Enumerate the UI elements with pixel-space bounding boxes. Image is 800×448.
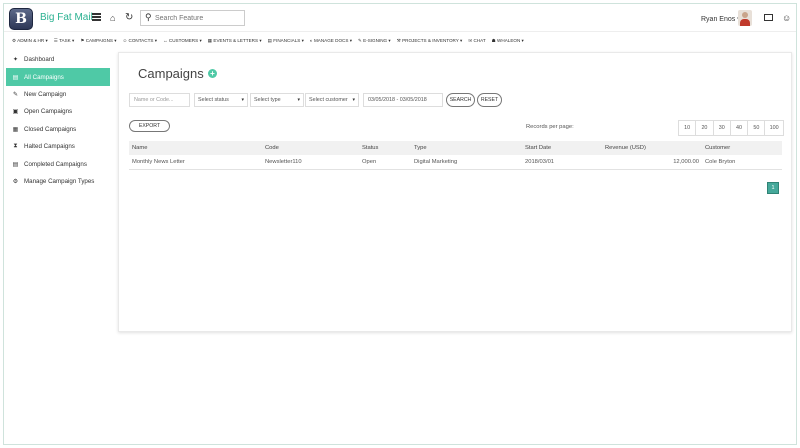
campaigns-panel: Campaigns + Name or Code... Select statu… xyxy=(118,52,792,332)
menu-task[interactable]: ☰ TASK ▾ xyxy=(54,38,75,46)
cell-customer: Cole Bryton xyxy=(702,155,782,170)
campaigns-table: Name Code Status Type Start Date Revenue… xyxy=(129,141,782,170)
menu-chat[interactable]: ✉ CHAT xyxy=(468,38,485,46)
open-box-icon: ▣ xyxy=(12,109,19,116)
column-header-start-date[interactable]: Start Date xyxy=(522,141,602,155)
sidebar-item-label: New Campaign xyxy=(24,90,67,98)
sidebar-item-label: Closed Campaigns xyxy=(24,125,77,133)
brand-name[interactable]: Big Fat Mail xyxy=(40,12,93,23)
customer-select-value: Select customer xyxy=(309,97,348,103)
status-select[interactable]: Select status ▾ xyxy=(194,93,248,107)
page-size-option[interactable]: 20 xyxy=(696,121,714,135)
sidebar-item-dashboard[interactable]: ✦ Dashboard xyxy=(6,51,110,68)
menu-projects-inventory[interactable]: ⚒ PROJECTS & INVENTORY ▾ xyxy=(397,38,463,46)
caret-down-icon: ▾ xyxy=(352,97,355,103)
status-select-value: Select status xyxy=(198,97,229,103)
home-icon[interactable]: ⌂ xyxy=(110,13,115,23)
cell-start-date: 2018/03/01 xyxy=(522,155,602,170)
sidebar-item-label: Halted Campaigns xyxy=(24,143,75,151)
column-header-revenue[interactable]: Revenue (USD) xyxy=(602,141,702,155)
sidebar-item-closed-campaigns[interactable]: ▦ Closed Campaigns xyxy=(6,121,110,138)
top-menu: ⚙ ADMIN & HR ▾ ☰ TASK ▾ ⚑ CAMPAIGNS ▾ ☺ … xyxy=(12,38,524,46)
sidebar: ✦ Dashboard ▤ All Campaigns ✎ New Campai… xyxy=(6,51,110,190)
type-select[interactable]: Select type ▾ xyxy=(250,93,304,107)
search-button[interactable]: SEARCH xyxy=(446,93,475,107)
table-header-row: Name Code Status Type Start Date Revenue… xyxy=(129,141,782,155)
column-header-type[interactable]: Type xyxy=(411,141,522,155)
sidebar-item-manage-campaign-types[interactable]: ⚙ Manage Campaign Types xyxy=(6,173,110,190)
list-check-icon: ▤ xyxy=(12,161,19,168)
page-size-option[interactable]: 100 xyxy=(765,121,782,135)
sidebar-item-open-campaigns[interactable]: ▣ Open Campaigns xyxy=(6,103,110,120)
menu-financials[interactable]: ▤ FINANCIALS ▾ xyxy=(268,38,304,46)
name-code-input[interactable]: Name or Code... xyxy=(129,93,190,107)
list-icon: ▤ xyxy=(12,74,19,81)
top-header: B Big Fat Mail ⌂ ↻ ⚲ Ryan Enos ▾ ☺ xyxy=(4,4,796,32)
cell-name[interactable]: Monthly News Letter xyxy=(129,155,262,170)
page-size-option[interactable]: 50 xyxy=(748,121,766,135)
search-field[interactable]: ⚲ xyxy=(140,10,245,26)
sidebar-item-new-campaign[interactable]: ✎ New Campaign xyxy=(6,86,110,103)
reset-button[interactable]: RESET xyxy=(477,93,502,107)
users-icon[interactable]: ☺ xyxy=(782,13,791,23)
page-size-option[interactable]: 10 xyxy=(679,121,697,135)
menu-manage-docs[interactable]: ◐ MANAGE DOCS ▾ xyxy=(310,38,352,46)
app-window: B Big Fat Mail ⌂ ↻ ⚲ Ryan Enos ▾ ☺ ⚙ ADM… xyxy=(3,3,797,445)
page-size-option[interactable]: 30 xyxy=(714,121,731,135)
menu-customers[interactable]: ↔ CUSTOMERS ▾ xyxy=(163,38,202,46)
refresh-icon[interactable]: ↻ xyxy=(125,12,133,23)
menu-admin-hr[interactable]: ⚙ ADMIN & HR ▾ xyxy=(12,38,48,46)
menu-events-letters[interactable]: ▦ EVENTS & LETTERS ▾ xyxy=(208,38,262,46)
menu-toggle-icon[interactable] xyxy=(92,13,101,21)
column-header-status[interactable]: Status xyxy=(359,141,411,155)
table-row[interactable]: Monthly News Letter Newsletter110 Open D… xyxy=(129,155,782,170)
cell-code: Newsletter110 xyxy=(262,155,359,170)
gear-icon: ⚙ xyxy=(12,178,19,185)
menu-e-signing[interactable]: ✎ E-SIGNING ▾ xyxy=(358,38,391,46)
logo[interactable]: B xyxy=(9,8,33,30)
sidebar-item-label: Completed Campaigns xyxy=(24,160,87,168)
dashboard-icon: ✦ xyxy=(12,57,19,64)
cell-revenue: 12,000.00 xyxy=(602,155,702,170)
menu-whaleon[interactable]: ☗ WHALEON ▾ xyxy=(492,38,524,46)
sidebar-item-completed-campaigns[interactable]: ▤ Completed Campaigns xyxy=(6,155,110,172)
column-header-code[interactable]: Code xyxy=(262,141,359,155)
column-header-name[interactable]: Name xyxy=(129,141,262,155)
sidebar-item-label: Open Campaigns xyxy=(24,108,73,116)
archive-icon: ▦ xyxy=(12,126,19,133)
export-button[interactable]: EXPORT xyxy=(129,120,170,132)
hourglass-icon: ⧗ xyxy=(13,143,18,150)
pagination-page-button[interactable]: 1 xyxy=(767,182,779,194)
menu-contacts[interactable]: ☺ CONTACTS ▾ xyxy=(123,38,157,46)
search-icon: ⚲ xyxy=(145,12,152,22)
caret-down-icon: ▾ xyxy=(297,97,300,103)
records-per-page-label: Records per page: xyxy=(526,124,574,130)
sidebar-item-halted-campaigns[interactable]: ⧗ Halted Campaigns xyxy=(6,138,110,155)
page-size-option[interactable]: 40 xyxy=(731,121,749,135)
user-menu[interactable]: Ryan Enos ▾ xyxy=(701,15,741,23)
pencil-icon: ✎ xyxy=(12,91,19,98)
caret-down-icon: ▾ xyxy=(241,97,244,103)
sidebar-item-label: All Campaigns xyxy=(24,73,64,81)
avatar[interactable] xyxy=(738,10,752,26)
add-campaign-icon[interactable]: + xyxy=(208,69,217,78)
search-input[interactable] xyxy=(155,13,241,24)
type-select-value: Select type xyxy=(254,97,281,103)
page-size-selector: 10 20 30 40 50 100 xyxy=(678,120,784,136)
id-card-icon[interactable] xyxy=(764,14,773,21)
menu-campaigns[interactable]: ⚑ CAMPAIGNS ▾ xyxy=(80,38,116,46)
date-range-input[interactable]: 03/05/2018 - 03/05/2018 xyxy=(363,93,443,107)
cell-type: Digital Marketing xyxy=(411,155,522,170)
sidebar-item-label: Manage Campaign Types xyxy=(24,177,95,185)
sidebar-item-all-campaigns[interactable]: ▤ All Campaigns xyxy=(6,68,110,86)
sidebar-item-label: Dashboard xyxy=(24,56,55,64)
column-header-customer[interactable]: Customer xyxy=(702,141,782,155)
cell-status: Open xyxy=(359,155,411,170)
page-title: Campaigns xyxy=(138,66,204,81)
customer-select[interactable]: Select customer ▾ xyxy=(305,93,359,107)
